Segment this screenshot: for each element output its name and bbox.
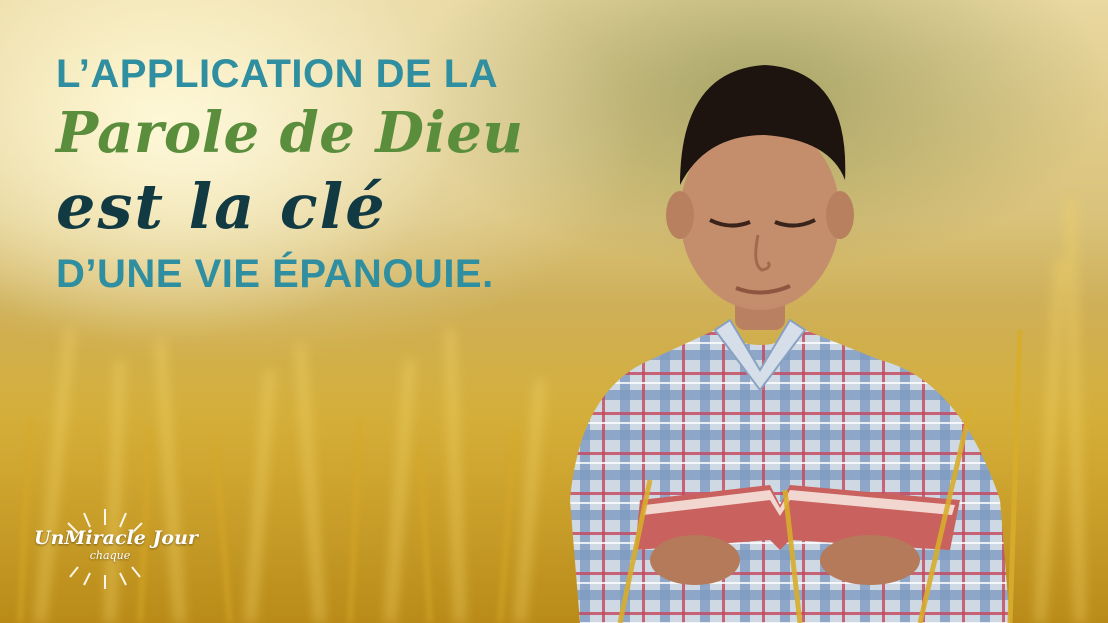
headline-line-1: L’APPLICATION DE LA [56,52,499,96]
logo-text-sub: chaque [89,549,131,562]
logo-text-main: UnMiracle Jour [34,527,198,549]
headline-line-2: Parole de Dieu [56,100,524,166]
headline-line-4: D’UNE VIE ÉPANOUIE. [56,252,494,296]
headline-line-3: est la clé [56,170,387,243]
un-miracle-chaque-jour-logo: UnMiracle Jour chaque [30,505,198,590]
background-photo: L’APPLICATION DE LA Parole de Dieu est l… [0,0,1108,623]
headline: L’APPLICATION DE LA Parole de Dieu est l… [56,50,616,298]
